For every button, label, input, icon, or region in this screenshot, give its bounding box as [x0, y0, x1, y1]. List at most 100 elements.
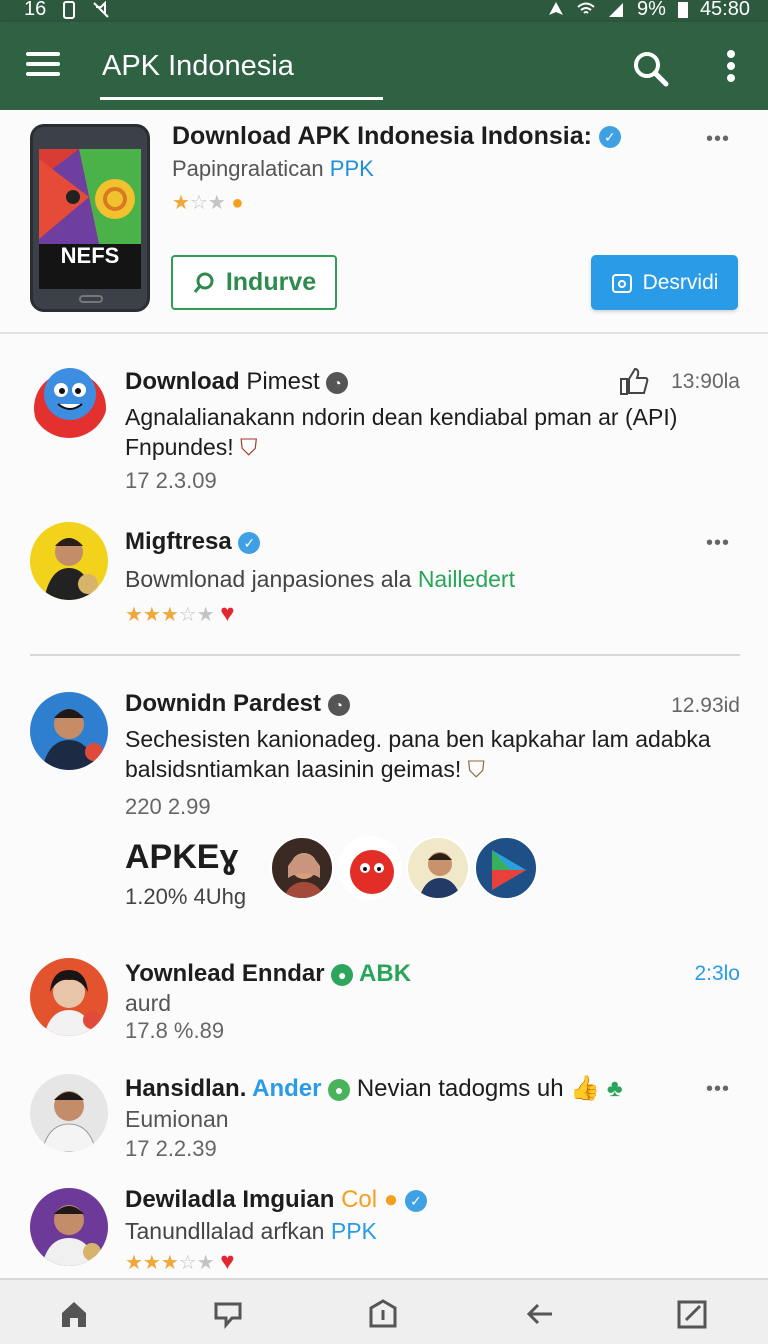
item-text: Sechesisten kanionadeg. pana ben kapkaha… [125, 726, 711, 782]
avatar [30, 1188, 108, 1266]
item-text: aurd [125, 990, 172, 1016]
avatar [406, 836, 470, 900]
home-icon[interactable] [58, 1298, 90, 1330]
item-name: Downidn Pardest ◔ [125, 690, 350, 718]
hamburger-icon[interactable] [26, 52, 60, 78]
badge-icon: ⛉ [467, 756, 485, 782]
item-link[interactable]: Nailledert [418, 566, 515, 592]
item-tag: Col [341, 1186, 378, 1213]
clock-icon: ◔ [326, 371, 349, 394]
item-text: Agnalalianakann ndorin dean kendiabal pm… [125, 404, 678, 460]
item-meta: 17 2.3.09 [125, 468, 217, 493]
emoji-icon: ● [383, 1186, 399, 1213]
item-link[interactable]: PPK [331, 1218, 377, 1244]
avatar [30, 958, 108, 1036]
wifi-icon [577, 2, 595, 14]
battery-percent: 9% [637, 0, 666, 20]
avatar [30, 360, 108, 438]
item-rating: ★★★☆★ ♥ [125, 1248, 235, 1275]
play-store-icon [474, 836, 538, 900]
bottom-navigation [0, 1278, 768, 1344]
avatar-cluster [270, 836, 538, 900]
avatar [338, 836, 402, 900]
item-text: Eumionan [125, 1106, 229, 1132]
apk-promo-row[interactable]: APKEɣ 1.20% 4Uhg [0, 836, 768, 926]
item-text: Bowmlonad janpasiones ala Nailledert [125, 566, 515, 592]
phone-icon [63, 0, 76, 19]
item-time: 12.93id [671, 694, 740, 717]
divider [30, 654, 740, 656]
list-item[interactable]: Download Pimest ◔ 13:90la Agnalalianakan… [0, 360, 768, 500]
verified-icon: ✓ [598, 126, 621, 149]
item-name: Migftresa ✓ [125, 528, 261, 556]
phone-home-button [79, 295, 103, 303]
item-name: Download Pimest ◔ [125, 368, 349, 396]
signal-icon [609, 2, 624, 17]
profile-icon: ● [331, 963, 354, 986]
avatar [30, 692, 108, 770]
app-bar: APK Indonesia [0, 22, 768, 110]
status-bar: 16 9% 45:80 [0, 0, 768, 22]
search-icon [193, 272, 214, 293]
edit-icon[interactable] [676, 1298, 708, 1330]
featured-subtitle: Papingralatican PPK [172, 156, 374, 181]
featured-rating: ★☆★ ● [172, 192, 244, 214]
heart-icon[interactable]: ♥ [220, 1248, 234, 1275]
item-more-button[interactable]: ••• [706, 1078, 730, 1101]
item-name: Dewiladla Imguian Col ● ✓ [125, 1186, 427, 1214]
avatar [30, 522, 108, 600]
location-icon [549, 1, 564, 15]
item-tag: ABK [359, 960, 412, 987]
item-name: Yownlead Enndar ● ABK [125, 960, 412, 987]
item-rating: ★★★☆★ ♥ [125, 600, 235, 627]
app-title: APK Indonesia [102, 50, 294, 82]
avatar [30, 1074, 108, 1152]
item-more-button[interactable]: ••• [706, 532, 730, 555]
battery-icon [677, 1, 688, 18]
map-pin-icon: ● [328, 1078, 351, 1101]
thumbs-icon: 👍 [570, 1075, 601, 1102]
title-underline [100, 97, 383, 100]
verified-icon: ✓ [238, 531, 261, 554]
install-button[interactable]: Indurve [171, 255, 337, 310]
item-time: 2:3lo [694, 962, 740, 985]
featured-more-button[interactable]: ••• [706, 128, 730, 151]
list-item[interactable]: Hansidlan. Ander ● Nevian tadogms uh 👍 ♣… [0, 1072, 768, 1172]
verified-icon: ✓ [404, 1189, 427, 1212]
mute-icon [93, 0, 109, 18]
item-name-link[interactable]: Ander [252, 1075, 321, 1102]
emoji-icon: ● [231, 192, 244, 214]
featured-app-card[interactable]: NEFS Download APK Indonesia Indonsia: ✓ … [0, 110, 768, 334]
item-meta: 220 2.99 [125, 794, 211, 819]
item-meta: 17.8 %.89 [125, 1018, 225, 1043]
item-time: 13:90la [671, 370, 740, 393]
heart-icon[interactable]: ♥ [220, 600, 234, 627]
featured-subtitle-link[interactable]: PPK [330, 156, 374, 181]
promo-title: APKEɣ [125, 838, 239, 876]
badge-icon: ⛉ [240, 434, 258, 460]
info-icon[interactable] [367, 1298, 399, 1330]
download-button[interactable]: Desrvidi [591, 255, 738, 310]
more-vert-icon[interactable] [724, 50, 738, 84]
calendar-icon [611, 273, 632, 293]
app-thumbnail-text: NEFS [60, 243, 120, 268]
thumbs-up-icon[interactable] [618, 366, 650, 396]
list-item[interactable]: Downidn Pardest ◔ 12.93id Sechesisten ka… [0, 688, 768, 819]
promo-sub: 1.20% 4Uhg [125, 884, 247, 909]
clock-icon: ◔ [327, 693, 350, 716]
back-icon[interactable] [524, 1298, 556, 1330]
list-item[interactable]: Dewiladla Imguian Col ● ✓ Tanundllalad a… [0, 1184, 768, 1278]
status-time-left: 16 [24, 0, 47, 20]
item-text: Tanundllalad arfkan PPK [125, 1218, 377, 1244]
status-clock: 45:80 [699, 0, 750, 20]
app-list: NEFS Download APK Indonesia Indonsia: ✓ … [0, 110, 768, 1278]
item-name: Hansidlan. Ander ● Nevian tadogms uh 👍 ♣ [125, 1075, 623, 1102]
featured-title: Download APK Indonesia Indonsia: ✓ [172, 122, 621, 151]
app-thumbnail: NEFS [30, 124, 150, 312]
list-item[interactable]: Migftresa ✓ ••• Bowmlonad janpasiones al… [0, 522, 768, 632]
chat-icon[interactable] [212, 1298, 244, 1330]
item-meta: 17 2.2.39 [125, 1136, 217, 1161]
avatar [270, 836, 334, 900]
list-item[interactable]: Yownlead Enndar ● ABK 2:3lo aurd 17.8 %.… [0, 958, 768, 1054]
search-icon[interactable] [630, 48, 670, 88]
